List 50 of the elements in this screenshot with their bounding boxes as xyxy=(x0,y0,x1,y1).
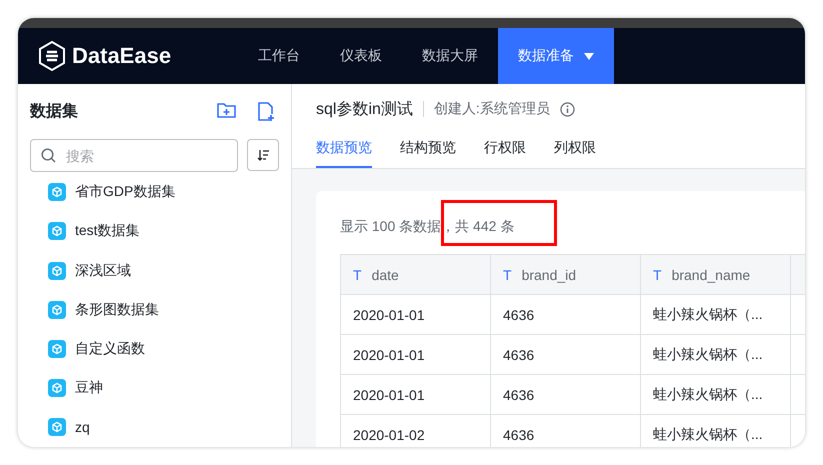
table-cell: 2020-01-01 xyxy=(341,295,491,335)
dataset-item[interactable]: 自定义函数 xyxy=(30,329,279,369)
table-cell: 4636 xyxy=(491,295,641,335)
dataset-title: sql参数in测试 xyxy=(316,100,413,120)
creator-label: 创建人:系统管理员 xyxy=(434,100,550,118)
tab[interactable]: 结构预览 xyxy=(400,134,456,168)
dataset-item[interactable]: 条形图数据集 xyxy=(30,290,279,330)
nav-tab[interactable]: 数据大屏 xyxy=(402,28,498,84)
dataset-item[interactable]: 豆神 xyxy=(30,368,279,408)
dataset-item[interactable]: zq xyxy=(30,408,279,447)
table-cell: 蛙小辣火锅杯（... xyxy=(641,375,791,415)
text-type-icon: T xyxy=(503,266,512,282)
column-name: brand_id xyxy=(522,266,576,282)
nav-tab[interactable]: 仪表板 xyxy=(320,28,402,84)
sort-icon xyxy=(257,149,269,162)
table-cell: 2020-01-01 xyxy=(341,335,491,375)
text-type-icon: T xyxy=(653,266,662,282)
table-cell: 4636 xyxy=(491,335,641,375)
logo-text: DataEase xyxy=(72,43,172,69)
shown-count: 显示 100 条数据， xyxy=(340,218,456,236)
dataset-item[interactable]: 省市GDP数据集 xyxy=(30,172,279,212)
tab[interactable]: 列权限 xyxy=(554,134,596,168)
logo-icon xyxy=(38,41,66,71)
sort-button[interactable] xyxy=(247,139,279,172)
cube-icon xyxy=(48,379,66,398)
cube-icon xyxy=(48,418,66,436)
dataset-item[interactable]: 深浅区域 xyxy=(30,250,279,290)
table-cell: 2020-01-01 xyxy=(341,375,491,415)
table-cell: 蛙小辣火锅杯（... xyxy=(641,295,791,335)
cube-icon xyxy=(48,222,66,240)
search-icon xyxy=(41,148,56,164)
total-count: 共 442 条 xyxy=(455,218,514,236)
table-cell: 蛙小辣火锅杯（... xyxy=(641,335,791,375)
column-name: date xyxy=(372,266,399,282)
dataset-item[interactable]: test数据集 xyxy=(30,212,279,251)
nav-tab[interactable]: 工作台 xyxy=(238,28,320,84)
cube-icon xyxy=(48,300,66,319)
text-type-icon: T xyxy=(353,266,362,282)
table-cell: 4636 xyxy=(491,375,641,415)
cube-icon xyxy=(48,183,66,202)
sidebar-title: 数据集 xyxy=(30,102,78,122)
search-field[interactable]: 搜索 xyxy=(30,139,238,172)
folder-add-icon[interactable] xyxy=(217,102,236,118)
info-icon[interactable] xyxy=(560,102,575,116)
file-add-icon[interactable] xyxy=(258,102,275,122)
tab[interactable]: 行权限 xyxy=(484,134,526,168)
cube-icon xyxy=(48,340,66,358)
nav-tab[interactable]: 数据准备 xyxy=(498,28,614,84)
cube-icon xyxy=(48,262,66,280)
column-name: brand_name xyxy=(672,266,750,282)
